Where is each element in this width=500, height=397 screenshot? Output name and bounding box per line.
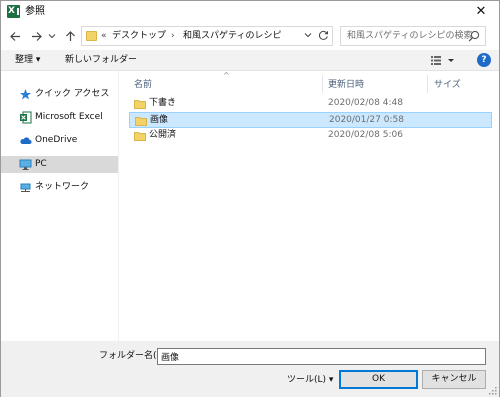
sidebar-item-pc[interactable]: PC <box>1 156 118 173</box>
up-button[interactable] <box>62 27 78 45</box>
view-options-icon <box>431 56 454 65</box>
breadcrumb-desktop[interactable]: デスクトップ <box>112 30 166 43</box>
browse-dialog: X 参照 ✕ « デスクトップ › 和風スパゲティのレシピ 和風スパゲティのレシ… <box>0 0 500 397</box>
address-bar[interactable]: « デスクトップ › 和風スパゲティのレシピ <box>81 26 333 46</box>
file-date: 2020/02/08 5:06 <box>328 130 403 140</box>
sidebar-item-label: ネットワーク <box>35 182 90 192</box>
sidebar-item-onedrive[interactable]: OneDrive <box>1 132 118 149</box>
close-button[interactable]: ✕ <box>467 1 495 23</box>
search-box[interactable]: 和風スパゲティのレシピの検索 <box>340 26 486 46</box>
search-placeholder: 和風スパゲティのレシピの検索 <box>347 31 473 41</box>
file-date: 2020/02/08 4:48 <box>328 98 403 108</box>
change-view-button[interactable] <box>430 54 456 67</box>
search-icon <box>468 30 480 42</box>
file-list: ^ 名前 更新日時 サイズ 下書き 2020/02/08 4:48 画像 202… <box>119 71 499 341</box>
breadcrumb-separator: › <box>171 31 175 41</box>
file-name: 画像 <box>150 115 169 125</box>
column-header-size[interactable]: サイズ <box>434 79 461 92</box>
folder-icon <box>134 100 146 109</box>
file-row[interactable]: 公開済 2020/02/08 5:06 <box>129 128 492 144</box>
arrow-left-icon <box>9 32 20 41</box>
sidebar-item-quick-access[interactable]: クイック アクセス <box>1 86 118 103</box>
column-divider[interactable] <box>322 75 323 93</box>
star-icon <box>20 89 31 100</box>
back-button[interactable] <box>7 27 23 45</box>
column-divider[interactable] <box>427 75 428 93</box>
navigation-bar: « デスクトップ › 和風スパゲティのレシピ 和風スパゲティのレシピの検索 <box>1 23 499 49</box>
refresh-button[interactable] <box>316 29 330 45</box>
sidebar-item-label: OneDrive <box>35 135 78 145</box>
sidebar-item-microsoft-excel[interactable]: Microsoft Excel <box>1 109 118 126</box>
file-row[interactable]: 画像 2020/01/27 0:58 <box>129 112 492 128</box>
breadcrumb-current-folder[interactable]: 和風スパゲティのレシピ <box>183 30 281 43</box>
network-icon <box>20 183 31 192</box>
chevron-down-icon <box>48 34 56 39</box>
cloud-icon <box>20 137 32 144</box>
file-row[interactable]: 下書き 2020/02/08 4:48 <box>129 96 492 112</box>
sidebar-item-label: Microsoft Excel <box>35 112 103 122</box>
resize-grip-icon[interactable] <box>489 387 497 395</box>
tools-menu-button[interactable]: ツール(L) ▾ <box>287 373 333 387</box>
folder-icon <box>135 117 147 126</box>
sidebar-item-label: PC <box>35 159 47 169</box>
breadcrumb-overflow[interactable]: « <box>101 30 107 43</box>
cancel-button[interactable]: キャンセル <box>422 370 486 389</box>
title-bar: X 参照 ✕ <box>1 1 499 23</box>
sidebar-item-network[interactable]: ネットワーク <box>1 179 118 196</box>
refresh-icon <box>318 30 328 40</box>
window-title: 参照 <box>25 6 45 17</box>
column-header-date[interactable]: 更新日時 <box>328 79 364 92</box>
help-button[interactable]: ? <box>477 53 491 67</box>
navigation-pane: クイック アクセス Microsoft Excel OneDrive PC ネッ… <box>1 71 119 341</box>
forward-button[interactable] <box>28 27 44 45</box>
excel-icon: X <box>7 5 20 18</box>
new-folder-button[interactable]: 新しいフォルダー <box>65 54 137 67</box>
command-bar: 整理 ▾ 新しいフォルダー ? <box>1 50 499 71</box>
file-name: 下書き <box>149 98 177 108</box>
dialog-footer: フォルダー名(N): ツール(L) ▾ OK キャンセル <box>1 341 499 397</box>
arrow-right-icon <box>31 32 42 41</box>
arrow-up-icon <box>65 31 75 41</box>
address-dropdown-button[interactable] <box>302 30 314 43</box>
folder-icon <box>134 132 146 141</box>
column-header-name[interactable]: 名前 <box>134 79 152 92</box>
chevron-down-icon <box>304 33 312 38</box>
folder-icon <box>86 31 97 41</box>
file-name: 公開済 <box>149 130 177 140</box>
pc-icon <box>19 159 32 170</box>
recent-locations-button[interactable] <box>46 27 58 45</box>
sidebar-item-label: クイック アクセス <box>35 89 110 99</box>
sort-ascending-icon: ^ <box>223 71 230 80</box>
folder-name-input[interactable] <box>157 348 486 365</box>
excel-icon <box>20 111 32 124</box>
ok-button[interactable]: OK <box>339 370 418 389</box>
organize-menu-button[interactable]: 整理 ▾ <box>15 54 40 67</box>
file-date: 2020/01/27 0:58 <box>329 115 404 125</box>
